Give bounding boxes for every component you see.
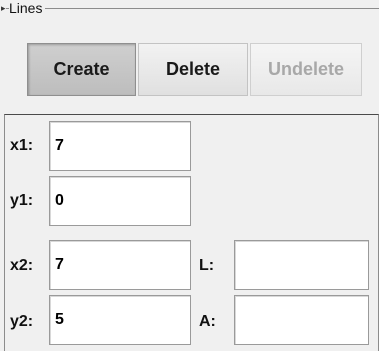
length-label: L: xyxy=(199,257,215,274)
x1-label: x1: xyxy=(10,137,34,154)
x2-field[interactable]: 7 xyxy=(49,240,191,290)
collapse-arrow-icon[interactable]: ▸ xyxy=(1,3,6,15)
angle-label: A: xyxy=(199,313,216,330)
lines-groupbox: ▸ Lines Create Delete Undelete xyxy=(1,0,379,110)
y1-label: y1: xyxy=(10,192,34,209)
x2-label: x2: xyxy=(10,257,34,274)
undelete-button[interactable]: Undelete xyxy=(250,43,362,96)
y2-field[interactable]: 5 xyxy=(49,295,191,345)
y2-label: y2: xyxy=(10,313,34,330)
x1-field[interactable]: 7 xyxy=(49,121,191,171)
create-button[interactable]: Create xyxy=(27,43,136,96)
y1-field[interactable]: 0 xyxy=(49,176,191,226)
delete-button[interactable]: Delete xyxy=(138,43,248,96)
length-field[interactable] xyxy=(234,240,369,290)
group-title: Lines xyxy=(9,0,46,17)
group-divider xyxy=(5,8,379,9)
angle-field[interactable] xyxy=(234,295,369,345)
